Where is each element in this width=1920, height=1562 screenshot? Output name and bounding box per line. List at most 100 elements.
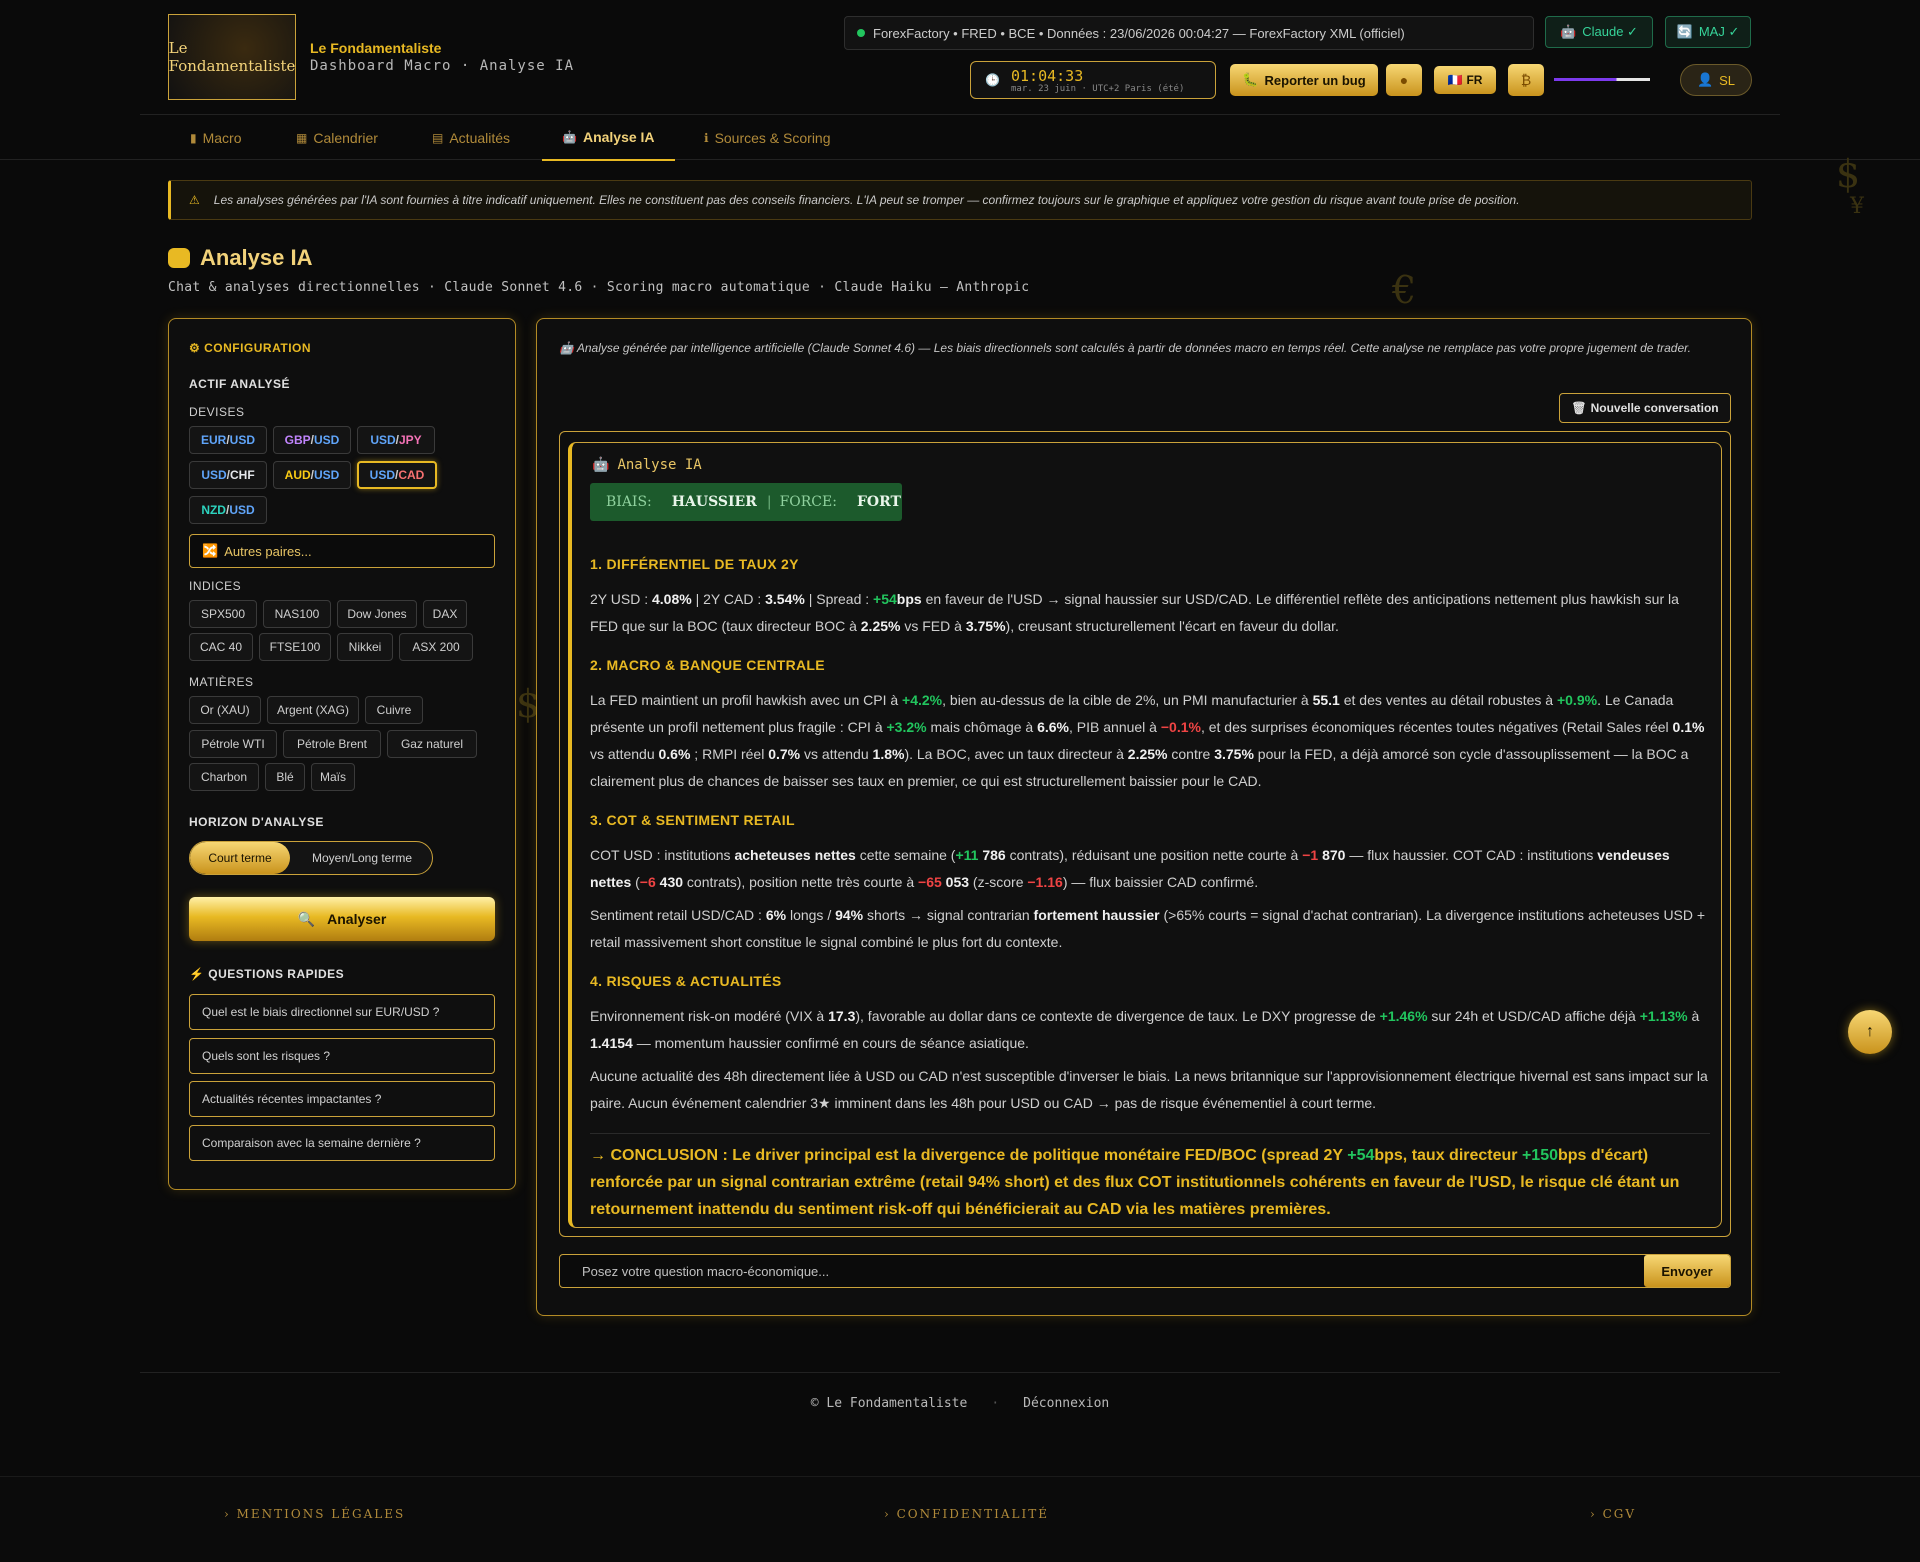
update-status-badge[interactable]: 🔄 MAJ ✓ xyxy=(1665,16,1751,48)
pair-usd-jpy[interactable]: USD / JPY xyxy=(357,426,435,454)
commodity-brent[interactable]: Pétrole Brent xyxy=(283,730,381,758)
cgv-link[interactable]: › CGV xyxy=(1590,1507,1636,1521)
tab-analyse-ia[interactable]: 🤖 Analyse IA xyxy=(542,115,675,161)
pair-nzd-usd[interactable]: NZD / USD xyxy=(189,496,267,524)
robot-icon: 🤖 xyxy=(559,341,577,355)
commodity-copper[interactable]: Cuivre xyxy=(365,696,423,724)
theme-toggle-button[interactable]: ● xyxy=(1386,64,1422,96)
conclusion-text: → CONCLUSION : Le driver principal est l… xyxy=(590,1133,1710,1223)
index-cac40[interactable]: CAC 40 xyxy=(189,633,253,661)
chat-input[interactable] xyxy=(560,1255,1640,1287)
new-conversation-button[interactable]: 🗑 Nouvelle conversation xyxy=(1559,393,1731,423)
clock-time: 01:04:33 xyxy=(1011,67,1084,85)
index-spx500[interactable]: SPX500 xyxy=(189,600,257,628)
quick-question-2[interactable]: Quels sont les risques ? xyxy=(189,1038,495,1074)
flag-fr-icon: 🇫🇷 xyxy=(1447,73,1463,87)
configuration-panel: ⚙ CONFIGURATION ACTIF ANALYSÉ DEVISES EU… xyxy=(168,318,516,1190)
commodity-natgas[interactable]: Gaz naturel xyxy=(387,730,477,758)
bitcoin-button[interactable]: ₿ xyxy=(1508,64,1544,96)
index-asx200[interactable]: ASX 200 xyxy=(399,633,473,661)
privacy-link[interactable]: › CONFIDENTIALITÉ xyxy=(884,1507,1049,1521)
chat-input-row: Envoyer xyxy=(559,1254,1731,1288)
tab-macro[interactable]: ▮ Macro xyxy=(190,115,242,161)
commodity-wheat[interactable]: Blé xyxy=(265,763,305,791)
refresh-icon: 🔄 xyxy=(1676,24,1693,39)
answer-header: 🤖 Analyse IA xyxy=(592,457,702,473)
commodity-gold[interactable]: Or (XAU) xyxy=(189,696,261,724)
logout-link[interactable]: Déconnexion xyxy=(1023,1396,1109,1411)
index-nas100[interactable]: NAS100 xyxy=(263,600,331,628)
asset-label: ACTIF ANALYSÉ xyxy=(189,377,290,391)
robot-icon: 🤖 xyxy=(592,457,610,473)
pair-gbp-usd[interactable]: GBP / USD xyxy=(273,426,351,454)
dollar-deco-icon: $ xyxy=(1836,152,1861,196)
section-cot-text: COT USD : institutions acheteuses nettes… xyxy=(590,847,1670,890)
user-avatar[interactable]: 👤 SL xyxy=(1680,64,1752,96)
data-status-bar: ForexFactory • FRED • BCE • Données : 23… xyxy=(844,16,1534,50)
quick-questions-label: ⚡ QUESTIONS RAPIDES xyxy=(189,967,345,981)
clock-icon: 🕒 xyxy=(985,73,1000,87)
tab-actualites[interactable]: ▤ Actualités xyxy=(432,115,510,161)
currencies-label: DEVISES xyxy=(189,405,245,419)
horizon-short-option[interactable]: Court terme xyxy=(190,842,290,874)
robot-icon: 🤖 xyxy=(1560,24,1577,39)
page-title: Analyse IA xyxy=(168,245,313,271)
claude-status-badge[interactable]: 🤖 Claude ✓ xyxy=(1545,16,1653,48)
brand-title: Le Fondamentaliste xyxy=(310,40,442,56)
trash-icon: 🗑 xyxy=(1571,401,1587,415)
bias-badge: BIAIS: HAUSSIER | FORCE: FORT xyxy=(590,483,902,521)
search-icon: 🔍 xyxy=(297,910,316,927)
commodity-silver[interactable]: Argent (XAG) xyxy=(267,696,359,724)
robot-icon: 🤖 xyxy=(562,130,577,144)
indices-label: INDICES xyxy=(189,579,242,593)
section-macro-text: La FED maintient un profil hawkish avec … xyxy=(590,692,1705,789)
news-icon: ▤ xyxy=(432,131,444,145)
pair-eur-usd[interactable]: EUR / USD xyxy=(189,426,267,454)
ai-notice: 🤖 Analyse générée par intelligence artif… xyxy=(559,341,1692,355)
quick-question-1[interactable]: Quel est le biais directionnel sur EUR/U… xyxy=(189,994,495,1030)
other-pairs-select[interactable]: 🔀 Autres paires... xyxy=(189,534,495,568)
analyse-button[interactable]: 🔍 Analyser xyxy=(189,897,495,941)
tab-calendrier[interactable]: ▦ Calendrier xyxy=(296,115,378,161)
bias-value: HAUSSIER xyxy=(671,494,757,510)
send-button[interactable]: Envoyer xyxy=(1644,1255,1730,1287)
section-risks-text: Environnement risk-on modéré (VIX à 17.3… xyxy=(590,1008,1700,1051)
index-ftse100[interactable]: FTSE100 xyxy=(259,633,331,661)
commodity-wti[interactable]: Pétrole WTI xyxy=(189,730,277,758)
brand-logo[interactable]: Le Fondamentaliste xyxy=(168,14,296,100)
section-rates-text: 2Y USD : 4.08% | 2Y CAD : 3.54% | Spread… xyxy=(590,591,1679,634)
language-button[interactable]: 🇫🇷 FR xyxy=(1434,66,1496,94)
chat-history[interactable]: 🤖 Analyse IA BIAIS: HAUSSIER | FORCE: FOR… xyxy=(559,431,1731,1237)
gear-icon: ⚙ xyxy=(189,341,205,355)
analysis-content: 1. DIFFÉRENTIEL DE TAUX 2Y 2Y USD : 4.08… xyxy=(590,539,1710,1223)
euro-deco-icon: € xyxy=(1392,268,1417,312)
report-bug-button[interactable]: 🐛 Reporter un bug xyxy=(1230,64,1378,96)
yen-deco-icon: ¥ xyxy=(1850,194,1864,219)
quick-question-4[interactable]: Comparaison avec la semaine dernière ? xyxy=(189,1125,495,1161)
index-dax[interactable]: DAX xyxy=(423,600,467,628)
status-dot-icon xyxy=(857,29,865,37)
robot-icon xyxy=(168,248,190,268)
ai-answer-message: 🤖 Analyse IA BIAIS: HAUSSIER | FORCE: FOR… xyxy=(568,442,1722,1228)
pair-usd-cad[interactable]: USD / CAD xyxy=(357,461,437,489)
legal-mentions-link[interactable]: › MENTIONS LÉGALES xyxy=(224,1507,405,1521)
scroll-to-top-button[interactable]: ↑ xyxy=(1848,1010,1892,1054)
horizon-long-option[interactable]: Moyen/Long terme xyxy=(290,842,432,874)
pair-usd-chf[interactable]: USD / CHF xyxy=(189,461,267,489)
quick-question-3[interactable]: Actualités récentes impactantes ? xyxy=(189,1081,495,1117)
pair-aud-usd[interactable]: AUD / USD xyxy=(273,461,351,489)
warning-icon: ⚠ xyxy=(189,193,200,207)
tab-sources-scoring[interactable]: ℹ Sources & Scoring xyxy=(704,115,831,161)
commodity-coal[interactable]: Charbon xyxy=(189,763,259,791)
volume-slider[interactable] xyxy=(1554,78,1650,81)
index-dow-jones[interactable]: Dow Jones xyxy=(337,600,417,628)
horizon-label: HORIZON D'ANALYSE xyxy=(189,815,324,829)
config-title: ⚙ CONFIGURATION xyxy=(189,341,312,355)
status-text: ForexFactory • FRED • BCE • Données : 23… xyxy=(873,25,1405,41)
brand-subtitle: Dashboard Macro · Analyse IA xyxy=(310,58,575,74)
commodity-corn[interactable]: Maïs xyxy=(311,763,355,791)
bug-icon: 🐛 xyxy=(1242,72,1259,87)
index-nikkei[interactable]: Nikkei xyxy=(337,633,393,661)
section-title-cot: 3. COT & SENTIMENT RETAIL xyxy=(590,812,795,828)
chat-panel: 🤖 Analyse générée par intelligence artif… xyxy=(536,318,1752,1316)
